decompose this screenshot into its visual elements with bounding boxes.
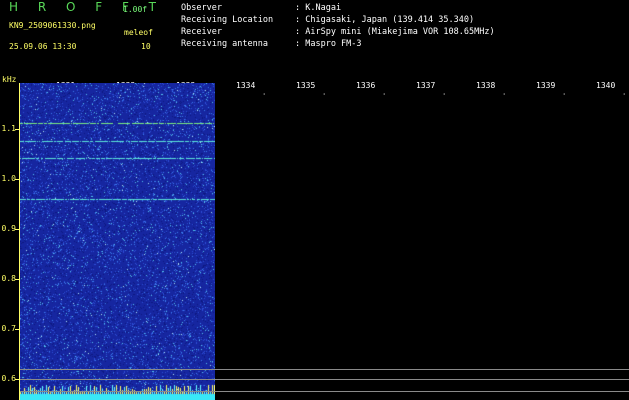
meleof-label: meleof <box>124 28 153 37</box>
antenna-value: : Maspro FM-3 <box>295 39 362 49</box>
filename-label: KN9_2509061330.png <box>9 21 96 30</box>
x-tick-label: 1336 <box>356 81 376 90</box>
x-tick-label: 1334 <box>236 81 256 90</box>
x-tick-mark: ˌ <box>322 88 327 96</box>
guide-line <box>20 391 629 392</box>
observer-value: : K.Nagai <box>295 3 342 13</box>
y-tick-mark <box>15 229 19 230</box>
y-tick-mark <box>15 379 19 380</box>
x-tick-1335: 1335 ˌ <box>296 81 326 96</box>
meleof-value: 10 <box>141 42 151 51</box>
y-tick-label: 0.9 <box>1 224 16 233</box>
datetime-label: 25.09.06 13:30 <box>9 42 77 51</box>
y-tick-mark <box>15 279 19 280</box>
x-tick-1338: 1338 ˌ <box>476 81 506 96</box>
spectrogram-canvas <box>20 83 215 400</box>
x-tick-1339: 1339 ˌ <box>536 81 566 96</box>
x-tick-label: 1337 <box>416 81 436 90</box>
version-label: 1.00f <box>123 5 148 14</box>
x-tick-mark: ˌ <box>382 88 387 96</box>
x-tick-mark: ˌ <box>262 88 267 96</box>
guide-line <box>20 379 629 380</box>
x-tick-mark: ˌ <box>562 88 567 96</box>
x-tick-label: 1335 <box>296 81 316 90</box>
x-tick-1340: 1340 ˌ <box>596 81 626 96</box>
y-tick-label: 0.7 <box>1 324 16 333</box>
x-tick-1334: 1334 ˌ <box>236 81 266 96</box>
x-tick-1337: 1337 ˌ <box>416 81 446 96</box>
y-tick-label: 0.8 <box>1 274 16 283</box>
y-tick-mark <box>15 129 19 130</box>
y-tick-label: 1.0 <box>1 174 16 183</box>
x-tick-label: 1339 <box>536 81 556 90</box>
x-tick-label: 1340 <box>596 81 616 90</box>
location-label: Receiving Location <box>181 15 274 25</box>
x-tick-label: 1338 <box>476 81 496 90</box>
location-value: : Chigasaki, Japan (139.414 35.340) <box>295 15 475 25</box>
x-tick-mark: ˌ <box>442 88 447 96</box>
y-tick-label: 1.1 <box>1 124 16 133</box>
y-tick-mark <box>15 179 19 180</box>
x-tick-mark: ˌ <box>502 88 507 96</box>
y-axis-unit: kHz <box>2 75 17 84</box>
receiver-label: Receiver <box>181 27 222 37</box>
hrofft-window: { "header": { "app_name": "H R O F F T",… <box>0 0 629 400</box>
observer-label: Observer <box>181 3 222 13</box>
antenna-label: Receiving antenna <box>181 39 268 49</box>
x-tick-mark: ˌ <box>622 88 627 96</box>
y-tick-mark <box>15 329 19 330</box>
receiver-value: : AirSpy mini (Miakejima VOR 108.65MHz) <box>295 27 495 37</box>
y-tick-label: 0.6 <box>1 374 16 383</box>
x-tick-1336: 1336 ˌ <box>356 81 386 96</box>
guide-line <box>20 369 629 370</box>
